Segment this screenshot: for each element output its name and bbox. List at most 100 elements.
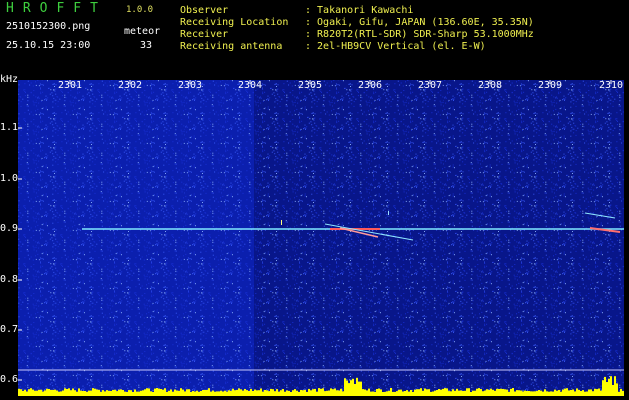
signal-level-bar — [524, 390, 526, 396]
y-tick-label: 1.0 — [0, 173, 19, 184]
signal-level-bar — [580, 391, 582, 396]
signal-level-bar — [340, 388, 342, 396]
signal-level-bar — [440, 389, 442, 396]
signal-level-bar — [472, 390, 474, 396]
signal-level-bar — [54, 389, 56, 396]
signal-level-bar — [590, 389, 592, 396]
signal-level-bar — [220, 390, 222, 396]
signal-level-bar — [222, 391, 224, 396]
signal-level-bar — [120, 389, 122, 396]
signal-level-bar — [208, 388, 210, 396]
signal-level-bar — [326, 390, 328, 396]
signal-level-bar — [134, 389, 136, 396]
signal-level-bar — [270, 388, 272, 396]
signal-level-bar — [546, 391, 548, 396]
signal-level-bar — [334, 388, 336, 396]
signal-level-bar — [52, 389, 54, 396]
signal-level-bar — [516, 390, 518, 396]
signal-level-bar — [376, 389, 378, 396]
signal-level-bar — [264, 390, 266, 396]
signal-level-bar — [132, 392, 134, 396]
signal-level-bar — [228, 390, 230, 396]
y-tick-label: 1.1 — [0, 122, 19, 133]
signal-level-bar — [332, 389, 334, 396]
signal-level-bar — [182, 389, 184, 396]
signal-level-bar — [38, 389, 40, 396]
signal-level-bar — [310, 390, 312, 396]
signal-level-bar — [100, 391, 102, 396]
signal-level-bar — [420, 388, 422, 396]
signal-level-bar — [192, 391, 194, 396]
x-tick-label: 2308 — [478, 80, 503, 91]
signal-level-bar — [198, 391, 200, 396]
small-echo — [281, 220, 282, 225]
signal-level-bar — [148, 388, 150, 396]
signal-level-bar — [72, 388, 74, 396]
signal-level-bar — [594, 388, 596, 396]
signal-level-bar — [156, 388, 158, 396]
signal-level-bar — [330, 388, 332, 396]
signal-level-bar — [74, 390, 76, 396]
signal-level-bar — [534, 391, 536, 396]
signal-level-bar — [24, 389, 26, 396]
signal-level-bar — [240, 389, 242, 396]
signal-level-bar — [242, 390, 244, 396]
signal-level-bar — [618, 391, 620, 396]
x-tick-label: 2309 — [538, 80, 563, 91]
signal-level-bar — [360, 381, 362, 396]
signal-level-bar — [490, 388, 492, 396]
signal-level-bar — [560, 391, 562, 396]
signal-level-bar — [286, 390, 288, 396]
signal-level-bar — [350, 380, 352, 396]
signal-level-bar — [218, 391, 220, 396]
signal-level-bar — [336, 390, 338, 396]
signal-level-bar — [604, 376, 606, 396]
signal-level-bar — [248, 391, 250, 396]
noise-texture — [18, 80, 624, 396]
signal-level-bar — [582, 390, 584, 396]
signal-level-bar — [434, 390, 436, 396]
x-tick-label: 2306 — [358, 80, 383, 91]
x-tick-label: 2305 — [298, 80, 323, 91]
signal-level-bar — [392, 391, 394, 396]
signal-level-bar — [238, 388, 240, 396]
signal-level-bar — [172, 391, 174, 396]
signal-level-bar — [496, 388, 498, 396]
signal-level-bar — [488, 389, 490, 396]
signal-level-bar — [278, 391, 280, 396]
signal-level-bar — [142, 390, 144, 396]
signal-level-bar — [276, 389, 278, 396]
signal-level-bar — [36, 390, 38, 396]
signal-level-bar — [140, 390, 142, 396]
signal-level-bar — [328, 390, 330, 396]
signal-level-bar — [154, 388, 156, 396]
signal-level-bar — [86, 391, 88, 396]
signal-level-bar — [620, 388, 622, 396]
signal-level-bar — [552, 391, 554, 396]
signal-level-bar — [474, 390, 476, 396]
signal-level-bar — [412, 391, 414, 396]
signal-level-bar — [236, 389, 238, 396]
signal-level-bar — [508, 391, 510, 396]
signal-level-bar — [262, 391, 264, 396]
signal-level-bar — [22, 390, 24, 396]
signal-level-bar — [324, 391, 326, 396]
signal-level-bar — [362, 389, 364, 396]
signal-level-bar — [592, 391, 594, 396]
signal-level-bar — [152, 392, 154, 396]
signal-level-bar — [410, 390, 412, 396]
signal-level-bar — [122, 390, 124, 396]
signal-level-bar — [202, 390, 204, 396]
signal-level-bar — [576, 388, 578, 396]
signal-level-bar — [178, 390, 180, 396]
signal-level-bar — [554, 389, 556, 396]
signal-level-bar — [462, 391, 464, 396]
signal-level-bar — [128, 390, 130, 396]
signal-level-bar — [68, 388, 70, 396]
x-tick-label: 2303 — [178, 80, 203, 91]
signal-level-bar — [400, 389, 402, 396]
signal-level-bar — [90, 390, 92, 396]
signal-level-bar — [252, 391, 254, 396]
signal-level-bar — [396, 391, 398, 396]
signal-level-bar — [564, 388, 566, 396]
